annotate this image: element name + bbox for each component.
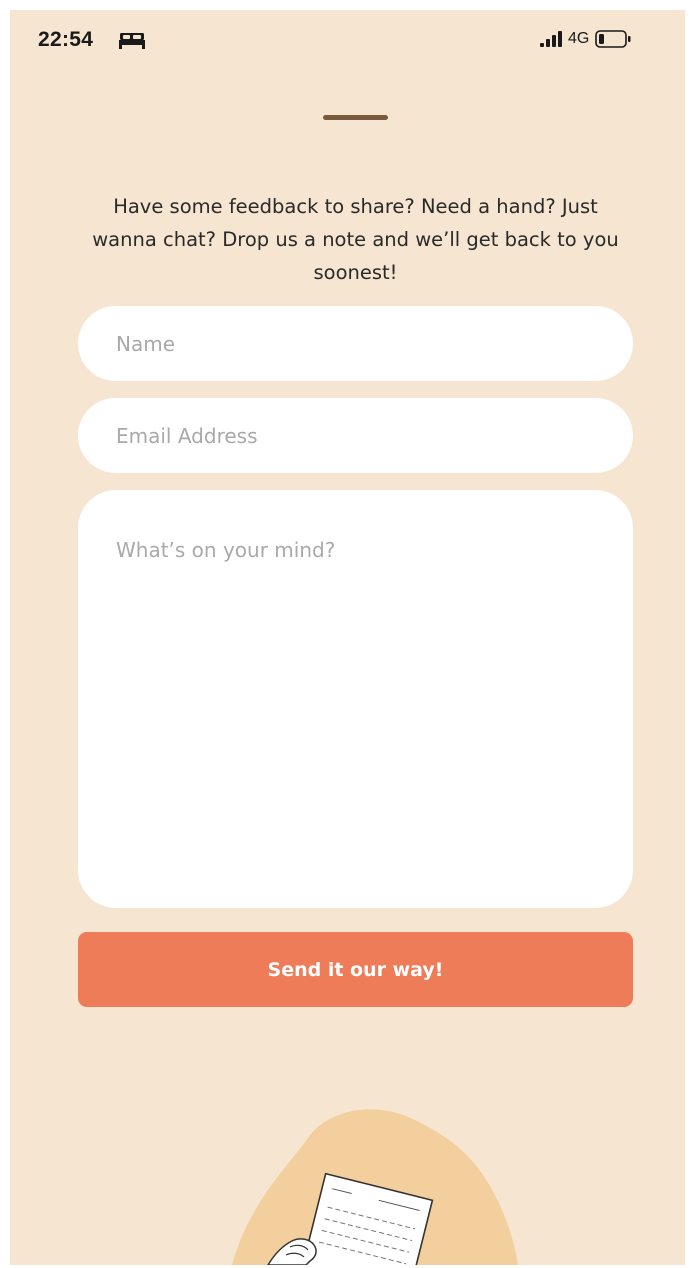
feedback-screen: 22:54 4G Have some feedback to share? Ne… (10, 10, 685, 1265)
intro-message: Have some feedback to share? Need a hand… (92, 194, 619, 284)
email-address-input[interactable] (78, 398, 633, 473)
network-type-label: 4G (568, 30, 590, 47)
status-bar: 22:54 4G (10, 10, 685, 70)
status-time: 22:54 (38, 28, 94, 51)
bed-icon (119, 33, 145, 49)
cellular-signal-icon (540, 31, 562, 47)
message-textarea[interactable] (78, 490, 633, 908)
battery-low-icon (595, 30, 631, 48)
letter-in-hand-illustration (232, 1109, 518, 1265)
drag-handle[interactable] (323, 115, 388, 120)
send-button[interactable]: Send it our way! (78, 932, 633, 1007)
name-input[interactable] (78, 306, 633, 381)
